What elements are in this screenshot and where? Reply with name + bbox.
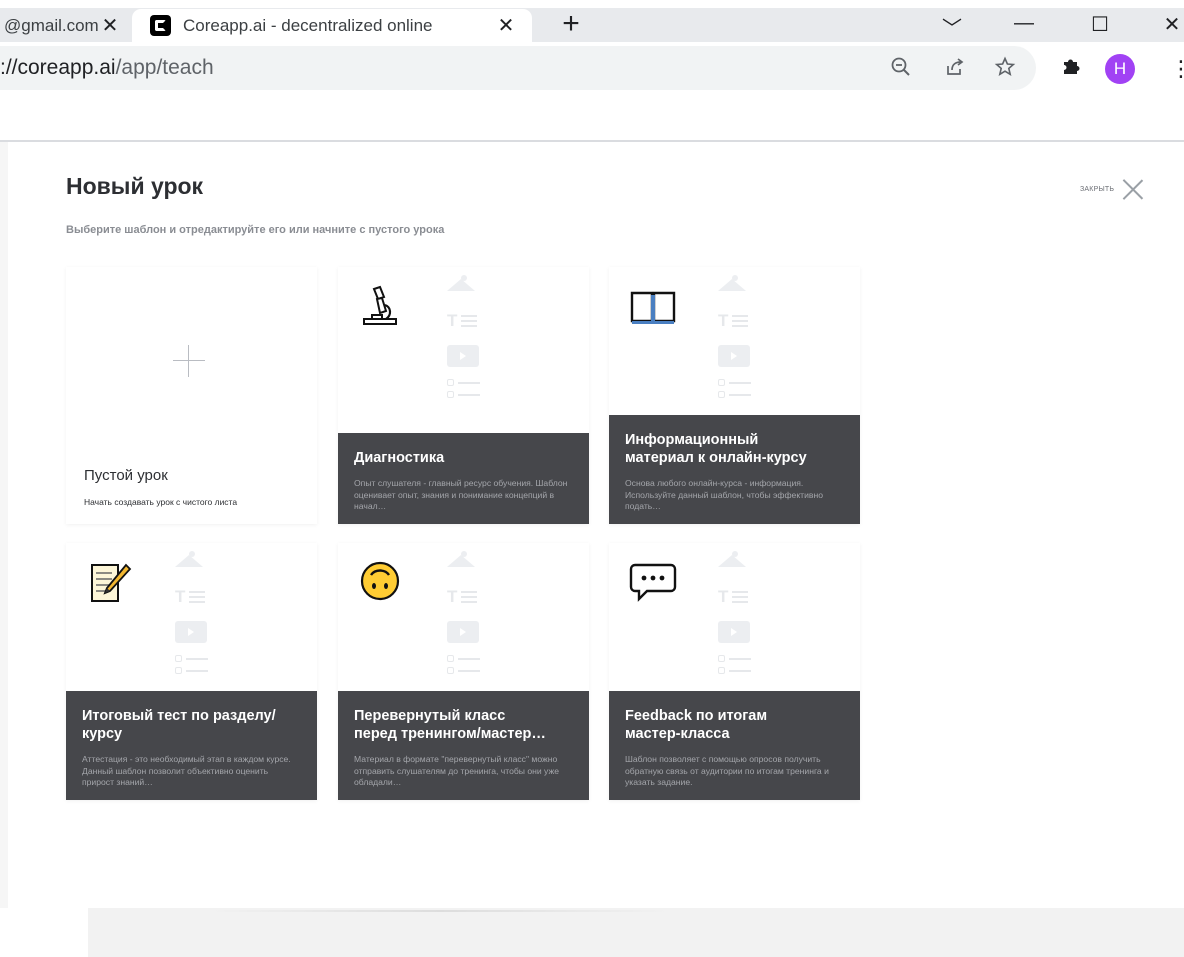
left-gutter [0, 142, 8, 908]
url-text[interactable]: ://coreapp.ai/app/teach [0, 56, 214, 80]
tab-search-chevron-down-icon[interactable]: ﹀ [932, 12, 972, 40]
card-title-line-1: Итоговый тест по разделу/ [82, 708, 276, 724]
card-description: Материал в формате "перевернутый класс" … [354, 754, 559, 787]
profile-avatar[interactable]: H [1105, 54, 1135, 84]
card-title-line-2: перед тренингом/мастер… [354, 726, 546, 742]
bottom-strip [88, 908, 1184, 957]
coreapp-favicon-icon [150, 15, 171, 36]
card-description: Опыт слушателя - главный ресурс обучения… [354, 478, 568, 511]
card-title-line-1: Информационный [625, 432, 759, 448]
card-info-panel: Диагностика Опыт слушателя - главный рес… [338, 433, 589, 524]
tab-title: Coreapp.ai - decentralized online [183, 15, 433, 35]
tab-strip-top [0, 0, 1184, 8]
memo-icon [86, 559, 132, 603]
tab-coreapp[interactable]: Coreapp.ai - decentralized online ✕ [132, 9, 532, 42]
template-card-flipped-class[interactable]: T Перевернутый класс перед тренингом/мас… [338, 543, 589, 800]
page-subtitle: Выберите шаблон и отредактируйте его или… [66, 224, 445, 236]
extensions-puzzle-icon[interactable] [1058, 55, 1084, 81]
microscope-icon [358, 283, 402, 327]
card-subtitle: Начать создавать урок с чистого листа [84, 497, 238, 507]
card-description: Шаблон позволяет с помощью опросов получ… [625, 754, 829, 787]
card-description: Основа любого онлайн-курса - информация.… [625, 478, 823, 511]
card-info-panel: Перевернутый класс перед тренингом/масте… [338, 691, 589, 800]
tab-strip: @gmail.com ✕ Coreapp.ai - decentralized … [0, 0, 1184, 42]
card-title-line-2: мастер-класса [625, 726, 730, 742]
card-info-panel: Информационный материал к онлайн-курсу О… [609, 415, 860, 524]
minimize-button[interactable]: — [1004, 12, 1044, 38]
book-icon [629, 283, 676, 327]
template-card-info-material[interactable]: T Информационный материал к онлайн-курсу… [609, 267, 860, 524]
card-description: Аттестация - это необходимый этап в кажд… [82, 754, 291, 787]
close-icon[interactable]: ✕ [98, 13, 122, 38]
close-icon [1122, 178, 1144, 200]
upside-down-face-icon [358, 559, 402, 603]
close-icon[interactable]: ✕ [494, 13, 518, 38]
bottom-left-area [0, 908, 88, 957]
url-host: ://coreapp.ai [0, 56, 116, 79]
template-card-final-test[interactable]: T Итоговый тест по разделу/ курсу Аттест… [66, 543, 317, 800]
tab-gmail[interactable]: @gmail.com ✕ [0, 9, 132, 42]
bottom-divider [210, 910, 670, 912]
close-label: ЗАКРЫТЬ [1080, 185, 1115, 193]
toolbar-divider [0, 140, 1184, 142]
window-close-button[interactable]: ✕ [1152, 12, 1184, 38]
new-tab-button[interactable]: + [556, 9, 586, 40]
card-title: Диагностика [354, 450, 445, 466]
card-title-line-1: Перевернутый класс [354, 708, 506, 724]
bookmark-star-icon[interactable] [992, 56, 1018, 82]
more-menu-icon[interactable]: ⋮ [1170, 54, 1184, 84]
maximize-button[interactable]: ☐ [1080, 12, 1120, 38]
blank-lesson-card[interactable]: Пустой урок Начать создавать урок с чист… [66, 267, 317, 524]
tab-title: @gmail.com [4, 15, 99, 35]
card-info-panel: Итоговый тест по разделу/ курсу Аттестац… [66, 691, 317, 800]
template-card-diagnostics[interactable]: T Диагностика Опыт слушателя - главный р… [338, 267, 589, 524]
card-info-panel: Feedback по итогам мастер-класса Шаблон … [609, 691, 860, 800]
browser-toolbar: ://coreapp.ai/app/teach H ⋮ [0, 42, 1184, 140]
page-title: Новый урок [66, 173, 204, 199]
card-title: Пустой урок [84, 467, 168, 484]
template-card-feedback[interactable]: T Feedback по итогам мастер-класса Шабло… [609, 543, 860, 800]
close-dialog-button[interactable]: ЗАКРЫТЬ [1080, 176, 1144, 202]
zoom-out-icon[interactable] [888, 56, 914, 82]
card-title-line-2: курсу [82, 726, 123, 742]
card-title-line-2: материал к онлайн-курсу [625, 450, 807, 466]
plus-icon [173, 345, 205, 377]
url-path: /app/teach [115, 56, 214, 79]
address-bar[interactable]: ://coreapp.ai/app/teach [0, 46, 1036, 90]
speech-bubble-icon [629, 559, 677, 603]
card-title-line-1: Feedback по итогам [625, 708, 768, 724]
share-icon[interactable] [942, 56, 968, 82]
